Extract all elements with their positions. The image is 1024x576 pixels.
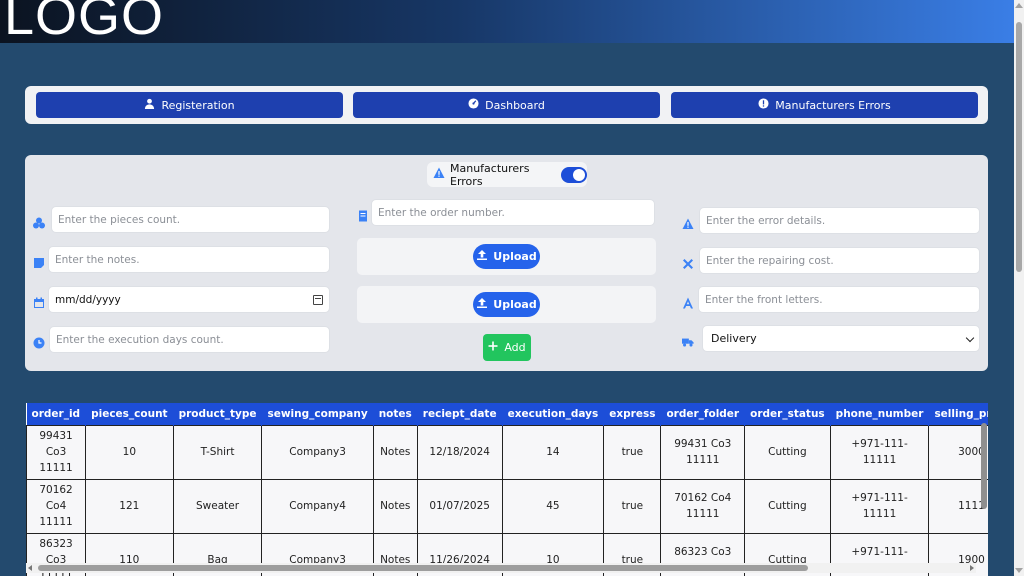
table-scroll-thumb[interactable] <box>981 423 987 509</box>
table-cell: Cutting <box>744 424 831 480</box>
add-button[interactable]: Add <box>483 334 531 361</box>
gauge-icon <box>468 98 479 112</box>
scroll-left-arrow-icon[interactable] <box>28 565 32 571</box>
clock-icon <box>33 334 45 349</box>
date-value: mm/dd/yyyy <box>55 293 121 306</box>
table-cell: 121 <box>85 478 174 534</box>
column-header[interactable]: express <box>603 403 662 425</box>
exclamation-circle-icon <box>758 98 769 112</box>
column-header[interactable]: sewing_company <box>261 403 374 425</box>
table-cell: 45 <box>501 478 605 534</box>
order-book-icon <box>357 207 369 222</box>
scroll-down-arrow-icon[interactable] <box>1015 568 1023 573</box>
column-header[interactable]: order_folder <box>660 403 746 425</box>
order-number-input[interactable]: Enter the order number. <box>371 199 655 226</box>
table-cell: 14 <box>501 424 605 480</box>
warning-icon <box>682 215 694 229</box>
orders-table: order_id pieces_count product_type sewin… <box>26 403 988 576</box>
manufacturers-errors-toggle-group: Manufacturers Errors <box>427 161 587 188</box>
table-cell: Notes <box>372 478 418 534</box>
table-cell: 99431 Co3 11111 <box>26 424 87 480</box>
table-cell: true <box>603 424 662 480</box>
column-header[interactable]: execution_days <box>502 403 605 425</box>
table-cell: +971-111-11111 <box>829 424 930 480</box>
execution-days-input[interactable]: Enter the execution days count. <box>49 326 330 353</box>
table-cell: true <box>603 478 662 534</box>
column-header[interactable]: order_id <box>26 403 87 425</box>
table-cell: 99431 Co3 11111 <box>660 424 746 480</box>
header-bar: LOGO <box>0 0 1014 43</box>
notes-input[interactable]: Enter the notes. <box>48 246 330 273</box>
column-header[interactable]: product_type <box>173 403 263 425</box>
note-icon <box>33 254 45 268</box>
date-input[interactable]: mm/dd/yyyy <box>48 286 330 313</box>
front-letters-input[interactable]: Enter the front letters. <box>698 286 980 313</box>
manufacturers-errors-button[interactable]: Manufacturers Errors <box>671 92 978 118</box>
scroll-up-arrow-icon[interactable] <box>1015 3 1023 8</box>
column-header[interactable]: notes <box>373 403 418 425</box>
horizontal-scroll-thumb[interactable] <box>38 565 808 571</box>
logo: LOGO <box>4 0 165 43</box>
table-cell: 01/07/2025 <box>416 478 503 534</box>
calendar-picker-icon[interactable] <box>313 295 323 305</box>
chevron-down-icon <box>965 333 975 343</box>
table-cell: Company3 <box>261 424 374 480</box>
select-value: Delivery <box>711 332 757 345</box>
page-scrollbar[interactable] <box>1014 0 1024 576</box>
delivery-select[interactable]: Delivery <box>702 325 980 352</box>
toggle-label: Manufacturers Errors <box>450 161 530 188</box>
error-details-input[interactable]: Enter the error details. <box>699 207 980 234</box>
column-header[interactable]: reciept_date <box>417 403 503 425</box>
table-row[interactable]: 70162 Co4 11111 121 Sweater Company4 Not… <box>26 478 988 534</box>
table-cell: +971-111-11111 <box>829 478 930 534</box>
table-cell: 10 <box>85 424 174 480</box>
dashboard-button[interactable]: Dashboard <box>353 92 660 118</box>
table-header-row: order_id pieces_count product_type sewin… <box>26 403 988 425</box>
dashboard-label: Dashboard <box>485 98 545 112</box>
upload-button-2[interactable]: Upload <box>473 292 540 317</box>
upload-button-1[interactable]: Upload <box>473 244 540 269</box>
nav-card: Registeration Dashboard Manufacturers Er… <box>25 86 988 124</box>
manufacturers-errors-label: Manufacturers Errors <box>775 98 891 112</box>
upload-box-1: Upload <box>357 238 656 275</box>
add-label: Add <box>504 341 526 354</box>
column-header[interactable]: order_status <box>744 403 831 425</box>
user-icon <box>144 98 155 112</box>
truck-icon <box>682 333 696 347</box>
repairing-cost-input[interactable]: Enter the repairing cost. <box>699 247 980 274</box>
upload-box-2: Upload <box>357 286 656 323</box>
upload-label-1: Upload <box>493 250 537 263</box>
table-horizontal-scrollbar[interactable] <box>26 563 976 573</box>
table-cell: 12/18/2024 <box>416 424 503 480</box>
manufacturers-errors-switch[interactable] <box>560 166 587 183</box>
pieces-count-input[interactable]: Enter the pieces count. <box>51 206 330 233</box>
table-cell: T-Shirt <box>172 424 263 480</box>
table-cell: Cutting <box>744 478 831 534</box>
table-row[interactable]: 99431 Co3 11111 10 T-Shirt Company3 Note… <box>26 424 988 480</box>
column-header[interactable]: phone_number <box>830 403 930 425</box>
column-header[interactable]: pieces_count <box>85 403 174 425</box>
upload-label-2: Upload <box>493 298 537 311</box>
table-cell: Notes <box>372 424 418 480</box>
table-cell: 70162 Co4 11111 <box>26 478 87 534</box>
upload-icon <box>476 249 488 264</box>
registration-label: Registeration <box>161 98 235 112</box>
scroll-thumb[interactable] <box>1016 22 1022 272</box>
scroll-right-arrow-icon[interactable] <box>970 565 974 571</box>
calendar-icon <box>33 294 45 308</box>
orders-table-container: order_id pieces_count product_type sewin… <box>26 403 988 576</box>
registration-button[interactable]: Registeration <box>36 92 343 118</box>
font-letter-icon <box>682 294 694 309</box>
table-cell: 70162 Co4 11111 <box>660 478 746 534</box>
tools-icon <box>682 255 694 269</box>
table-cell: Company4 <box>261 478 374 534</box>
plus-icon <box>488 341 498 354</box>
table-cell: Sweater <box>172 478 263 534</box>
table-vertical-scrollbar[interactable] <box>980 417 988 567</box>
upload-icon <box>476 297 488 312</box>
warning-icon <box>433 167 445 182</box>
cubes-icon <box>33 214 45 229</box>
